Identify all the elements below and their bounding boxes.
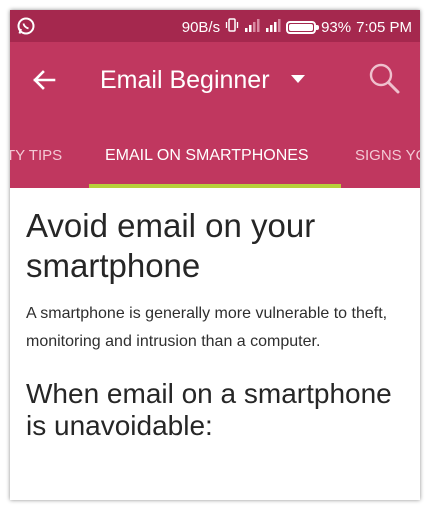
battery-percent: 93% [321, 18, 352, 36]
article-content: Avoid email on your smartphone A smartph… [10, 188, 420, 500]
whatsapp-icon [16, 16, 36, 36]
app-screen: 90B/s 93% 7:05 PM Email Beginner TY TIPS… [10, 10, 420, 500]
app-title[interactable]: Email Beginner [100, 64, 270, 96]
tab-email-on-smartphones[interactable]: EMAIL ON SMARTPHONES [105, 118, 309, 188]
clock: 7:05 PM [356, 18, 412, 36]
signal-data-icon [265, 18, 281, 37]
vibrate-icon [225, 17, 239, 38]
status-right: 90B/s 93% 7:05 PM [182, 17, 412, 38]
battery-icon [286, 21, 320, 34]
article-paragraph: A smartphone is generally more vulnerabl… [26, 305, 388, 350]
app-bar: Email Beginner [10, 42, 420, 118]
arrow-left-icon[interactable] [28, 64, 60, 96]
article-heading: Avoid email on your smartphone [26, 207, 316, 284]
signal-icon [244, 18, 260, 37]
search-icon[interactable] [366, 60, 404, 98]
article-subheading: When email on a smartphone is unavoidabl… [26, 378, 392, 441]
tab-safety-tips[interactable]: TY TIPS [10, 118, 62, 188]
net-speed: 90B/s [181, 18, 221, 36]
tab-signs[interactable]: SIGNS YO [355, 118, 420, 188]
tab-bar: TY TIPS EMAIL ON SMARTPHONES SIGNS YO [10, 118, 420, 188]
caret-down-icon[interactable] [288, 72, 308, 86]
status-bar: 90B/s 93% 7:05 PM [10, 10, 420, 42]
